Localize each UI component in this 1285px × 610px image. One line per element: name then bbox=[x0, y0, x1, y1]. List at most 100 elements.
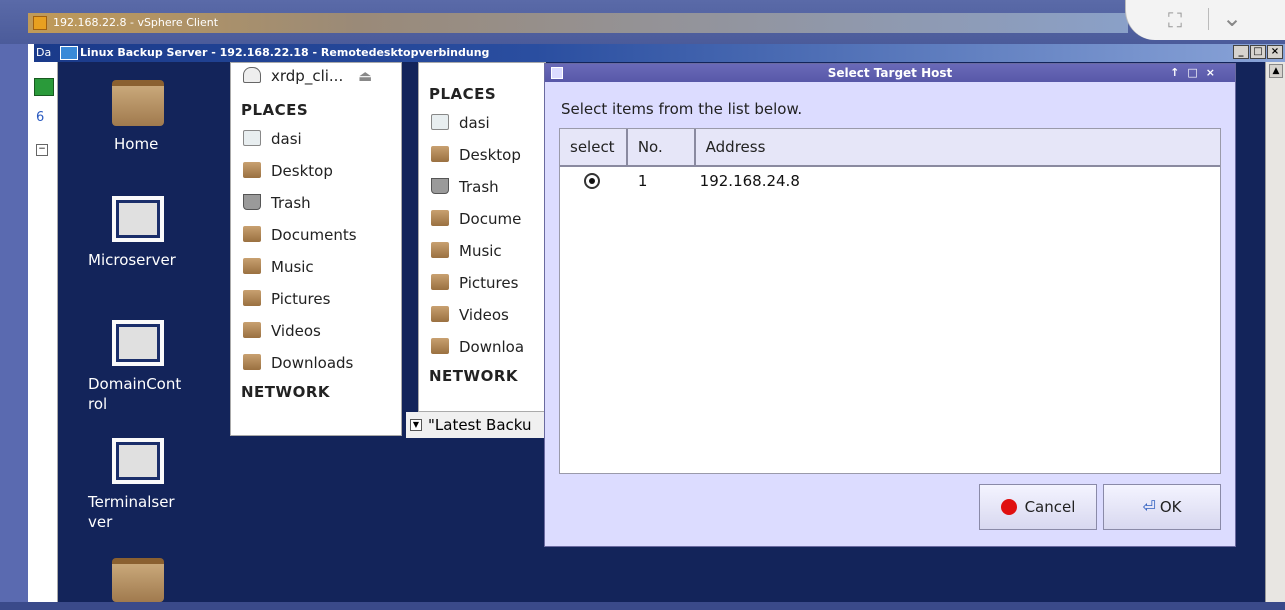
chevron-down-icon[interactable]: ⌄ bbox=[1222, 4, 1242, 32]
dropdown-icon[interactable]: ▼ bbox=[410, 419, 422, 431]
dialog-title: Select Target Host bbox=[827, 66, 953, 80]
place-label: Trash bbox=[459, 178, 499, 196]
computer-icon bbox=[112, 196, 164, 242]
file-manager-sidebar-1: xrdp_cli... ⏏ PLACES dasi Desktop Trash … bbox=[230, 62, 402, 436]
place-item[interactable]: Videos bbox=[419, 299, 545, 331]
place-label: Music bbox=[459, 242, 502, 260]
device-item[interactable]: xrdp_cli... ⏏ bbox=[231, 63, 401, 89]
select-cell[interactable] bbox=[560, 167, 628, 195]
titlebar-buttons[interactable]: ↑□× bbox=[1170, 64, 1223, 82]
column-header-address[interactable]: Address bbox=[696, 129, 1220, 165]
pictures-icon bbox=[431, 274, 449, 290]
trash-icon bbox=[431, 178, 449, 194]
place-item[interactable]: Desktop bbox=[231, 155, 401, 187]
table-header: select No. Address bbox=[560, 129, 1220, 167]
radio-selected-icon[interactable] bbox=[584, 173, 600, 189]
place-item[interactable]: Pictures bbox=[419, 267, 545, 299]
collapse-icon[interactable]: − bbox=[36, 144, 48, 156]
downloads-icon bbox=[243, 354, 261, 370]
ok-label: OK bbox=[1159, 498, 1182, 516]
minimize-button[interactable]: _ bbox=[1233, 45, 1249, 59]
column-header-select[interactable]: select bbox=[560, 129, 628, 165]
desktop-icon-label: Home bbox=[114, 135, 159, 153]
host-side-panel bbox=[0, 44, 28, 602]
view-controls: ⛶ ⌄ bbox=[1125, 0, 1285, 40]
computer-icon bbox=[112, 320, 164, 366]
rdp-prefix: Da bbox=[36, 46, 52, 59]
vsphere-title-text: 192.168.22.8 - vSphere Client bbox=[53, 16, 219, 29]
file-manager-sidebar-2: PLACES dasi Desktop Trash Docume Music P… bbox=[418, 62, 546, 412]
window-menu-icon[interactable] bbox=[551, 67, 563, 79]
select-target-host-dialog: Select Target Host ↑□× Select items from… bbox=[544, 63, 1236, 547]
place-item[interactable]: Pictures bbox=[231, 283, 401, 315]
desktop-icon bbox=[243, 162, 261, 178]
folder-icon bbox=[112, 558, 164, 602]
place-item[interactable]: dasi bbox=[419, 107, 545, 139]
drive-icon bbox=[243, 67, 261, 83]
ok-button[interactable]: ⏎ OK bbox=[1103, 484, 1221, 530]
vertical-scrollbar[interactable]: ▲ bbox=[1265, 62, 1285, 602]
host-table: select No. Address 1 192.168.24.8 bbox=[559, 128, 1221, 474]
place-item[interactable]: Music bbox=[231, 251, 401, 283]
green-arrow-icon[interactable] bbox=[34, 78, 54, 96]
videos-icon bbox=[431, 306, 449, 322]
desktop-icon-folder[interactable] bbox=[78, 558, 198, 610]
home-folder-icon bbox=[112, 80, 164, 126]
place-item[interactable]: Trash bbox=[419, 171, 545, 203]
close-button[interactable]: × bbox=[1267, 45, 1283, 59]
no-cell: 1 bbox=[637, 172, 648, 190]
network-header: NETWORK bbox=[241, 383, 331, 401]
place-item[interactable]: Desktop bbox=[419, 139, 545, 171]
rdp-app-icon bbox=[60, 46, 78, 60]
dialog-titlebar: Select Target Host ↑□× bbox=[545, 64, 1235, 82]
desktop-icon bbox=[431, 146, 449, 162]
maximize-button[interactable]: □ bbox=[1250, 45, 1266, 59]
address-cell: 192.168.24.8 bbox=[699, 172, 800, 190]
desktop-icon-microserver[interactable]: Microserver bbox=[78, 196, 198, 270]
place-label: Docume bbox=[459, 210, 522, 228]
desktop-icon-domaincontrol[interactable]: DomainCont rol bbox=[78, 320, 198, 414]
divider bbox=[1208, 8, 1209, 30]
videos-icon bbox=[243, 322, 261, 338]
place-item[interactable]: dasi bbox=[231, 123, 401, 155]
home-icon bbox=[431, 114, 449, 130]
documents-icon bbox=[431, 210, 449, 226]
eject-icon[interactable]: ⏏ bbox=[358, 67, 372, 85]
desktop-icon-terminalserver[interactable]: Terminalser ver bbox=[78, 438, 198, 532]
home-icon bbox=[243, 130, 261, 146]
stop-icon bbox=[1000, 499, 1017, 515]
scroll-up-arrow[interactable]: ▲ bbox=[1269, 64, 1283, 78]
fullscreen-icon[interactable]: ⛶ bbox=[1168, 8, 1182, 32]
place-label: Pictures bbox=[459, 274, 519, 292]
network-header: NETWORK bbox=[429, 367, 519, 385]
place-label: Downloa bbox=[459, 338, 525, 356]
place-label: Documents bbox=[271, 226, 357, 244]
place-item[interactable]: Videos bbox=[231, 315, 401, 347]
place-item[interactable]: Downloads bbox=[231, 347, 401, 379]
downloads-icon bbox=[431, 338, 449, 354]
vsphere-window-title[interactable]: 192.168.22.8 - vSphere Client bbox=[28, 13, 1128, 33]
desktop-icon-label: Microserver bbox=[88, 251, 176, 269]
status-bar: ▼ "Latest Backu bbox=[406, 412, 544, 438]
places-header: PLACES bbox=[241, 101, 309, 119]
desktop-icon-home[interactable]: Home bbox=[78, 80, 198, 154]
host-tree-panel: 6 − bbox=[28, 44, 58, 602]
place-item[interactable]: Docume bbox=[419, 203, 545, 235]
music-icon bbox=[431, 242, 449, 258]
place-label: Desktop bbox=[271, 162, 333, 180]
table-row[interactable]: 1 192.168.24.8 bbox=[560, 167, 1220, 195]
doc-icon[interactable]: 6 bbox=[36, 110, 48, 125]
place-item[interactable]: Music bbox=[419, 235, 545, 267]
place-label: dasi bbox=[459, 114, 490, 132]
place-item[interactable]: Documents bbox=[231, 219, 401, 251]
cancel-button[interactable]: Cancel bbox=[979, 484, 1097, 530]
rdp-window-buttons: _ □ × bbox=[1233, 45, 1283, 59]
vsphere-app-icon bbox=[33, 16, 47, 30]
place-item[interactable]: Trash bbox=[231, 187, 401, 219]
computer-icon bbox=[112, 438, 164, 484]
column-header-no[interactable]: No. bbox=[628, 129, 696, 165]
pictures-icon bbox=[243, 290, 261, 306]
place-label: dasi bbox=[271, 130, 302, 148]
desktop-icon-label: DomainCont rol bbox=[88, 375, 182, 413]
place-item[interactable]: Downloa bbox=[419, 331, 545, 363]
